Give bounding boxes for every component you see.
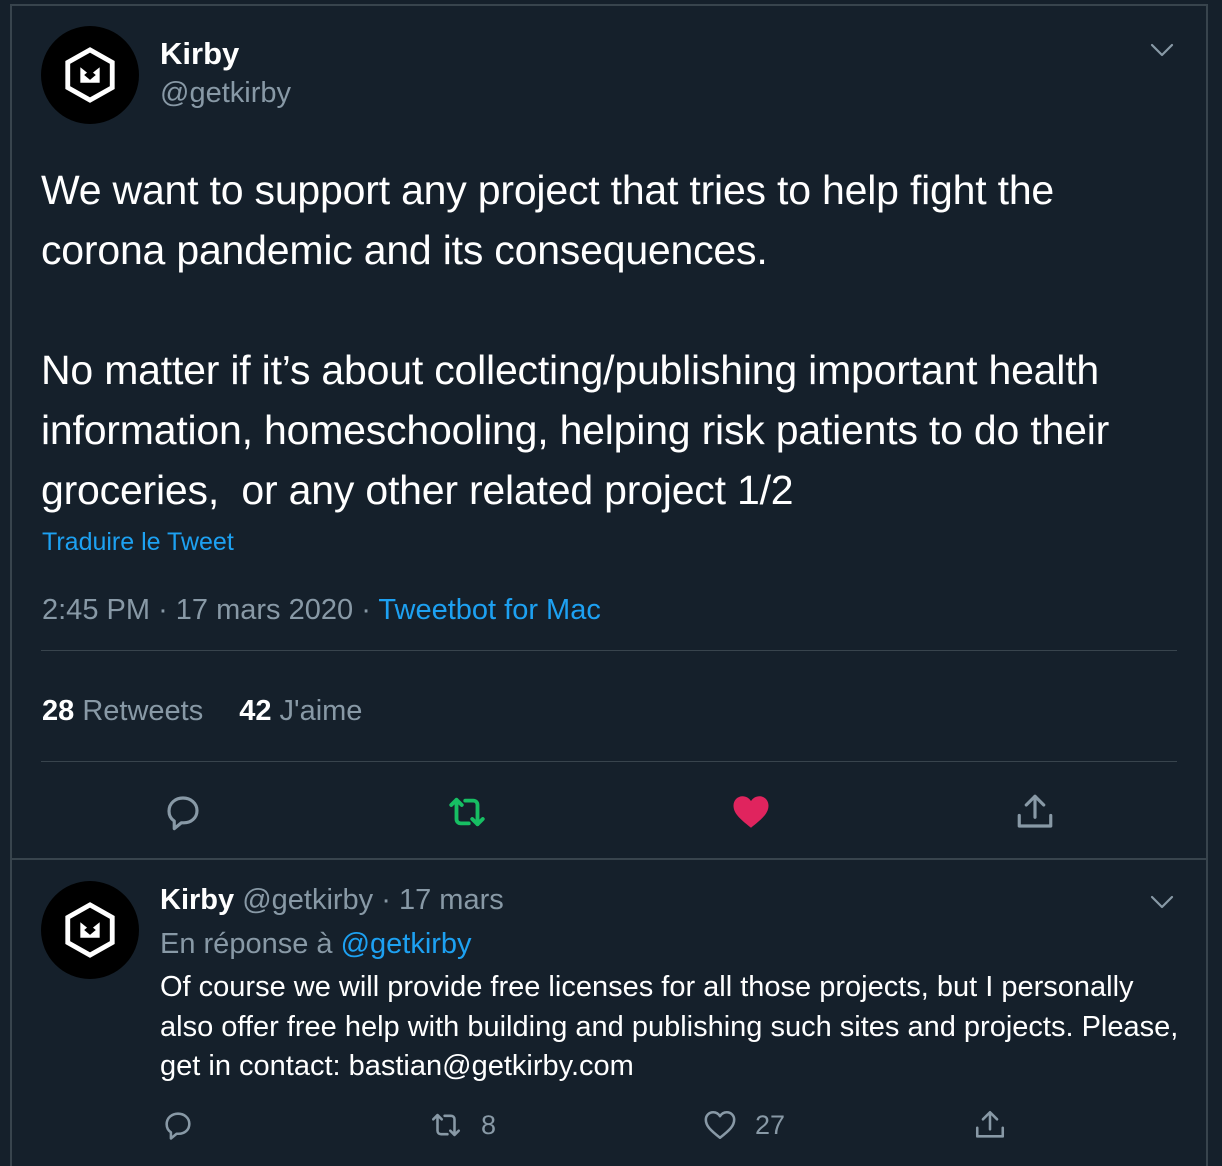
reply-button[interactable] (162, 791, 204, 833)
like-button[interactable] (730, 791, 772, 833)
share-button[interactable] (1014, 791, 1056, 833)
retweet-icon (431, 1113, 461, 1137)
divider (41, 761, 1177, 762)
share-button[interactable] (973, 1108, 1025, 1142)
display-name[interactable]: Kirby (160, 36, 239, 72)
reply-button[interactable] (161, 1108, 213, 1142)
reply-mention-link[interactable]: @getkirby (341, 928, 472, 960)
share-icon (1017, 794, 1053, 828)
tweet-paragraph: We want to support any project that trie… (41, 167, 1066, 273)
translate-link[interactable]: Traduire le Tweet (42, 528, 234, 557)
like-count: 27 (755, 1109, 786, 1140)
tweet-paragraph: No matter if it’s about collecting/publi… (41, 347, 1121, 513)
tweet-meta: 2:45 PM · 17 mars 2020 · Tweetbot for Ma… (42, 594, 601, 627)
kirby-logo-icon (65, 902, 115, 958)
avatar[interactable] (41, 26, 139, 124)
heart-icon (733, 796, 769, 828)
reply-prefix: En réponse à (160, 928, 333, 960)
reply-date[interactable]: 17 mars (399, 884, 504, 916)
reply-display-name[interactable]: Kirby (160, 884, 234, 916)
meta-separator: · (361, 594, 371, 626)
meta-separator: · (158, 594, 168, 626)
reply-icon (167, 796, 199, 831)
reply-handle[interactable]: @getkirby (242, 884, 373, 916)
retweet-icon (449, 797, 485, 827)
reply-header: Kirby @getkirby · 17 mars (160, 884, 504, 917)
like-count: 42 (239, 695, 272, 727)
share-icon (975, 1110, 1005, 1138)
chevron-down-icon[interactable] (1150, 38, 1174, 62)
reply-text: Of course we will provide free licenses … (160, 971, 1179, 1082)
retweet-button[interactable] (446, 791, 488, 833)
likes-stat[interactable]: 42 J'aime (239, 695, 362, 727)
meta-separator: · (381, 884, 391, 916)
retweets-stat[interactable]: 28 Retweets (42, 695, 203, 727)
heart-icon (704, 1110, 736, 1140)
like-button[interactable]: 27 (703, 1108, 785, 1142)
handle[interactable]: @getkirby (160, 77, 291, 110)
reply-context: En réponse à @getkirby (160, 928, 472, 961)
chevron-down-icon[interactable] (1150, 890, 1174, 914)
retweet-count: 8 (481, 1109, 497, 1140)
tweet-text: We want to support any project that trie… (41, 160, 1181, 520)
avatar[interactable] (41, 881, 139, 979)
tweet-stats: 28 Retweets 42 J'aime (42, 695, 362, 728)
tweet-source-link[interactable]: Tweetbot for Mac (378, 594, 600, 626)
tweet-time[interactable]: 2:45 PM (42, 594, 150, 626)
reply-icon (165, 1112, 191, 1140)
retweet-count: 28 (42, 695, 75, 727)
tweet-date[interactable]: 17 mars 2020 (176, 594, 353, 626)
retweet-button[interactable]: 8 (429, 1108, 496, 1142)
likes-label: J'aime (279, 695, 363, 727)
kirby-logo-icon (65, 47, 115, 103)
divider (41, 650, 1177, 651)
tweet-separator (10, 858, 1208, 860)
retweets-label: Retweets (82, 695, 204, 727)
